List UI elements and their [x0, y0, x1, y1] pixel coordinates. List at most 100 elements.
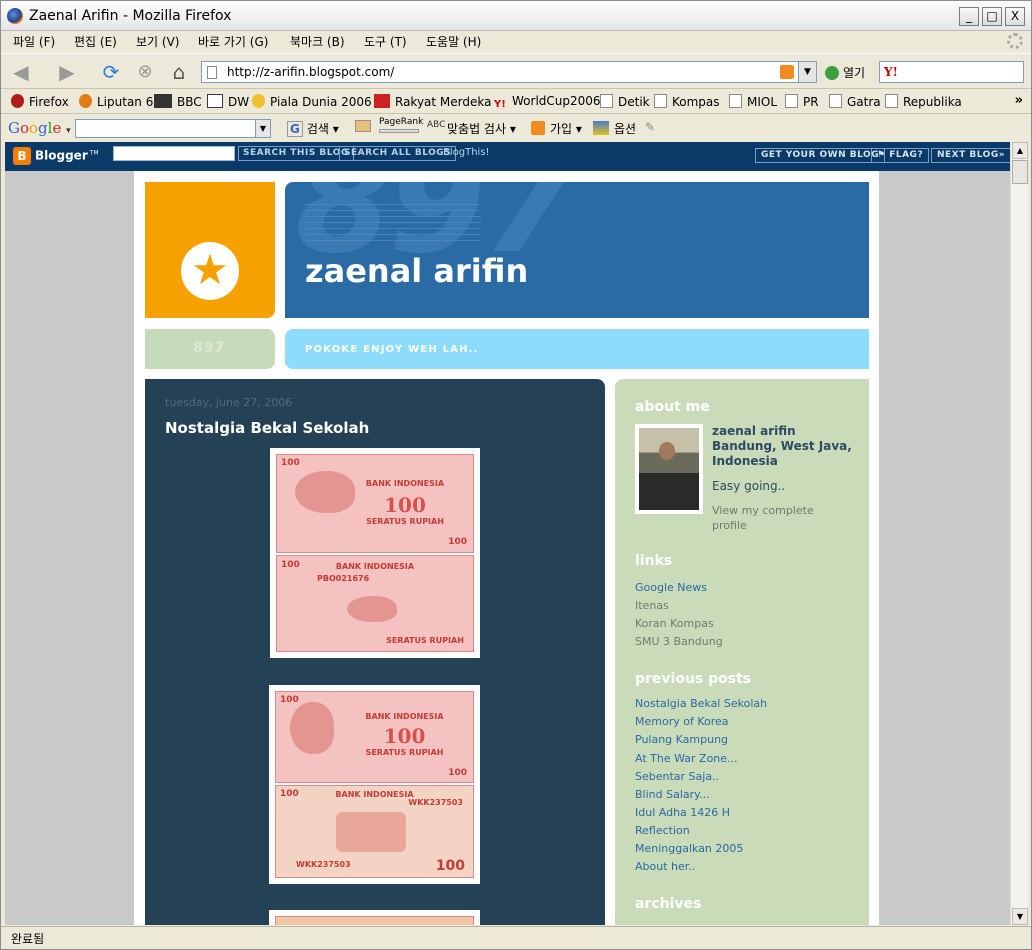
menu-file[interactable]: 파일 (F) [13, 33, 55, 50]
url-dropdown-icon[interactable]: ▼ [798, 62, 816, 82]
url-bar[interactable]: http://z-arifin.blogspot.com/ ▼ [201, 61, 817, 83]
google-search-button[interactable]: G 검색 ▾ [287, 120, 339, 137]
menu-bar: 파일 (F) 편집 (E) 보기 (V) 바로 가기 (G) 북마크 (B) 도… [1, 31, 1031, 52]
previous-post-link[interactable]: Sebentar Saja.. [635, 770, 719, 783]
close-button[interactable]: X [1005, 7, 1025, 26]
options-button[interactable]: 옵션 [614, 120, 636, 137]
google-g-icon: G [287, 121, 303, 137]
star-icon: ★ [181, 242, 239, 300]
bookmark-item[interactable]: Detik [600, 94, 650, 109]
menu-help[interactable]: 도움말 (H) [426, 33, 481, 50]
bookmark-item[interactable]: Gatra [829, 94, 881, 109]
firefox-icon [11, 94, 24, 108]
url-text: http://z-arifin.blogspot.com/ [227, 65, 395, 79]
bookmark-item[interactable]: Rakyat Merdeka [374, 94, 491, 109]
bookmark-item[interactable]: Kompas [654, 94, 720, 109]
page-icon [207, 66, 217, 79]
blog-title[interactable]: zaenal arifin [305, 252, 528, 290]
liputan-icon [79, 94, 92, 108]
previous-post-link[interactable]: Meninggalkan 2005 [635, 842, 743, 855]
home-icon[interactable]: ⌂ [167, 60, 191, 84]
previous-post-link[interactable]: Idul Adha 1426 H [635, 806, 730, 819]
previous-post-link[interactable]: Pulang Kampung [635, 733, 728, 746]
header-orange-block: ★ [145, 182, 275, 318]
google-logo[interactable]: Google ▾ [8, 119, 71, 137]
sidebar-link[interactable]: Itenas [635, 599, 669, 612]
options-icon [593, 121, 609, 135]
previous-post-link[interactable]: Blind Salary... [635, 788, 710, 801]
google-search-input[interactable]: ▼ [75, 119, 271, 138]
bookmark-item[interactable]: Liputan 6 [79, 94, 153, 109]
bookmark-item[interactable]: Y! WorldCup2006 [494, 94, 601, 113]
previous-post-link[interactable]: About her.. [635, 860, 695, 873]
bookmark-item[interactable]: Firefox [11, 94, 69, 109]
chevron-down-icon[interactable]: ▼ [255, 120, 270, 137]
bookmark-item[interactable]: Piala Dunia 2006 [252, 94, 372, 109]
avatar[interactable] [635, 424, 703, 514]
bookmark-item[interactable]: MIOL [729, 94, 777, 109]
menu-go[interactable]: 바로 가기 (G) [198, 33, 268, 50]
author-location: Bandung, West Java, Indonesia [712, 439, 852, 468]
browser-window: Zaenal Arifin - Mozilla Firefox _ □ X 파일… [0, 0, 1032, 950]
blogthis-link[interactable]: BlogThis! [443, 147, 490, 158]
signup-button[interactable]: 가입 ▾ [550, 120, 582, 137]
blogger-logo[interactable]: B Blogger TM [13, 147, 99, 165]
previous-posts-heading: previous posts [635, 671, 752, 687]
scrollbar-thumb[interactable] [1012, 160, 1028, 184]
forward-icon[interactable]: ▶ [55, 60, 79, 84]
author-name[interactable]: zaenal arifin [712, 424, 862, 439]
bookmark-item[interactable]: DW [207, 94, 249, 109]
sidebar-link[interactable]: Koran Kompas [635, 617, 714, 630]
previous-post-link[interactable]: Nostalgia Bekal Sekolah [635, 697, 767, 710]
blogger-navbar: B Blogger TM SEARCH THIS BLOG SEARCH ALL … [5, 142, 1010, 171]
go-icon [825, 65, 839, 80]
back-icon[interactable]: ◀ [9, 60, 33, 84]
previous-post-link[interactable]: At The War Zone... [635, 752, 738, 765]
previous-post-link[interactable]: Reflection [635, 824, 690, 837]
get-own-blog-button[interactable]: GET YOUR OWN BLOG [755, 148, 886, 163]
previous-post-link[interactable]: Memory of Korea [635, 715, 729, 728]
highlighter-icon[interactable]: ✎ [645, 120, 655, 134]
sidebar-link[interactable]: Google News [635, 581, 707, 594]
bookmark-item[interactable]: PR [785, 94, 819, 109]
blog-search-input[interactable] [113, 146, 235, 161]
maximize-button[interactable]: □ [982, 7, 1002, 26]
flag-button[interactable]: ⚑ FLAG? [871, 148, 930, 163]
search-all-blogs-button[interactable]: SEARCH ALL BLOGS [339, 146, 457, 161]
sidebar-link[interactable]: SMU 3 Bandung [635, 635, 723, 648]
bookmark-item[interactable]: Republika [885, 94, 962, 109]
dw-icon [207, 94, 223, 108]
banknote-front: 100 BANK INDONESIA 100 SERATUS RUPIAH 10… [275, 691, 474, 783]
vertical-scrollbar[interactable]: ▲ ▼ [1010, 142, 1028, 925]
go-button[interactable]: 열기 [825, 64, 865, 81]
menu-tools[interactable]: 도구 (T) [364, 33, 407, 50]
search-this-blog-button[interactable]: SEARCH THIS BLOG [238, 146, 354, 161]
menu-view[interactable]: 보기 (V) [136, 33, 179, 50]
archives-heading: archives [635, 896, 702, 912]
stop-icon[interactable]: ⊗ [133, 60, 157, 84]
banknote-image [269, 910, 480, 925]
chevron-more-icon[interactable]: » [1015, 93, 1023, 108]
menu-bookmarks[interactable]: 북마크 (B) [290, 33, 345, 50]
rss-icon[interactable] [780, 65, 794, 79]
reload-icon[interactable]: ⟳ [99, 60, 123, 84]
next-blog-button[interactable]: NEXT BLOG» [931, 148, 1010, 163]
page-icon [729, 94, 742, 108]
scroll-down-icon[interactable]: ▼ [1012, 908, 1028, 925]
title-bar: Zaenal Arifin - Mozilla Firefox _ □ X [1, 1, 1031, 31]
page-icon [829, 94, 842, 108]
page-icon [885, 94, 898, 108]
yahoo-icon: Y! [494, 99, 506, 110]
post-title[interactable]: Nostalgia Bekal Sekolah [165, 419, 369, 437]
bookmark-item[interactable]: BBC [154, 94, 202, 109]
banknote-front: 100 BANK INDONESIA 100 SERATUS RUPIAH 10… [276, 454, 474, 553]
scroll-up-icon[interactable]: ▲ [1012, 142, 1028, 159]
menu-edit[interactable]: 편집 (E) [74, 33, 117, 50]
view-profile-link[interactable]: View my complete profile [712, 503, 832, 533]
news-icon[interactable] [355, 120, 371, 132]
minimize-button[interactable]: _ [959, 7, 979, 26]
search-box[interactable]: Y! [879, 61, 1024, 83]
status-bar: 완료됨 [1, 926, 1031, 949]
yahoo-icon: Y! [884, 65, 898, 79]
spellcheck-button[interactable]: 맞춤법 검사 ▾ [447, 120, 516, 137]
